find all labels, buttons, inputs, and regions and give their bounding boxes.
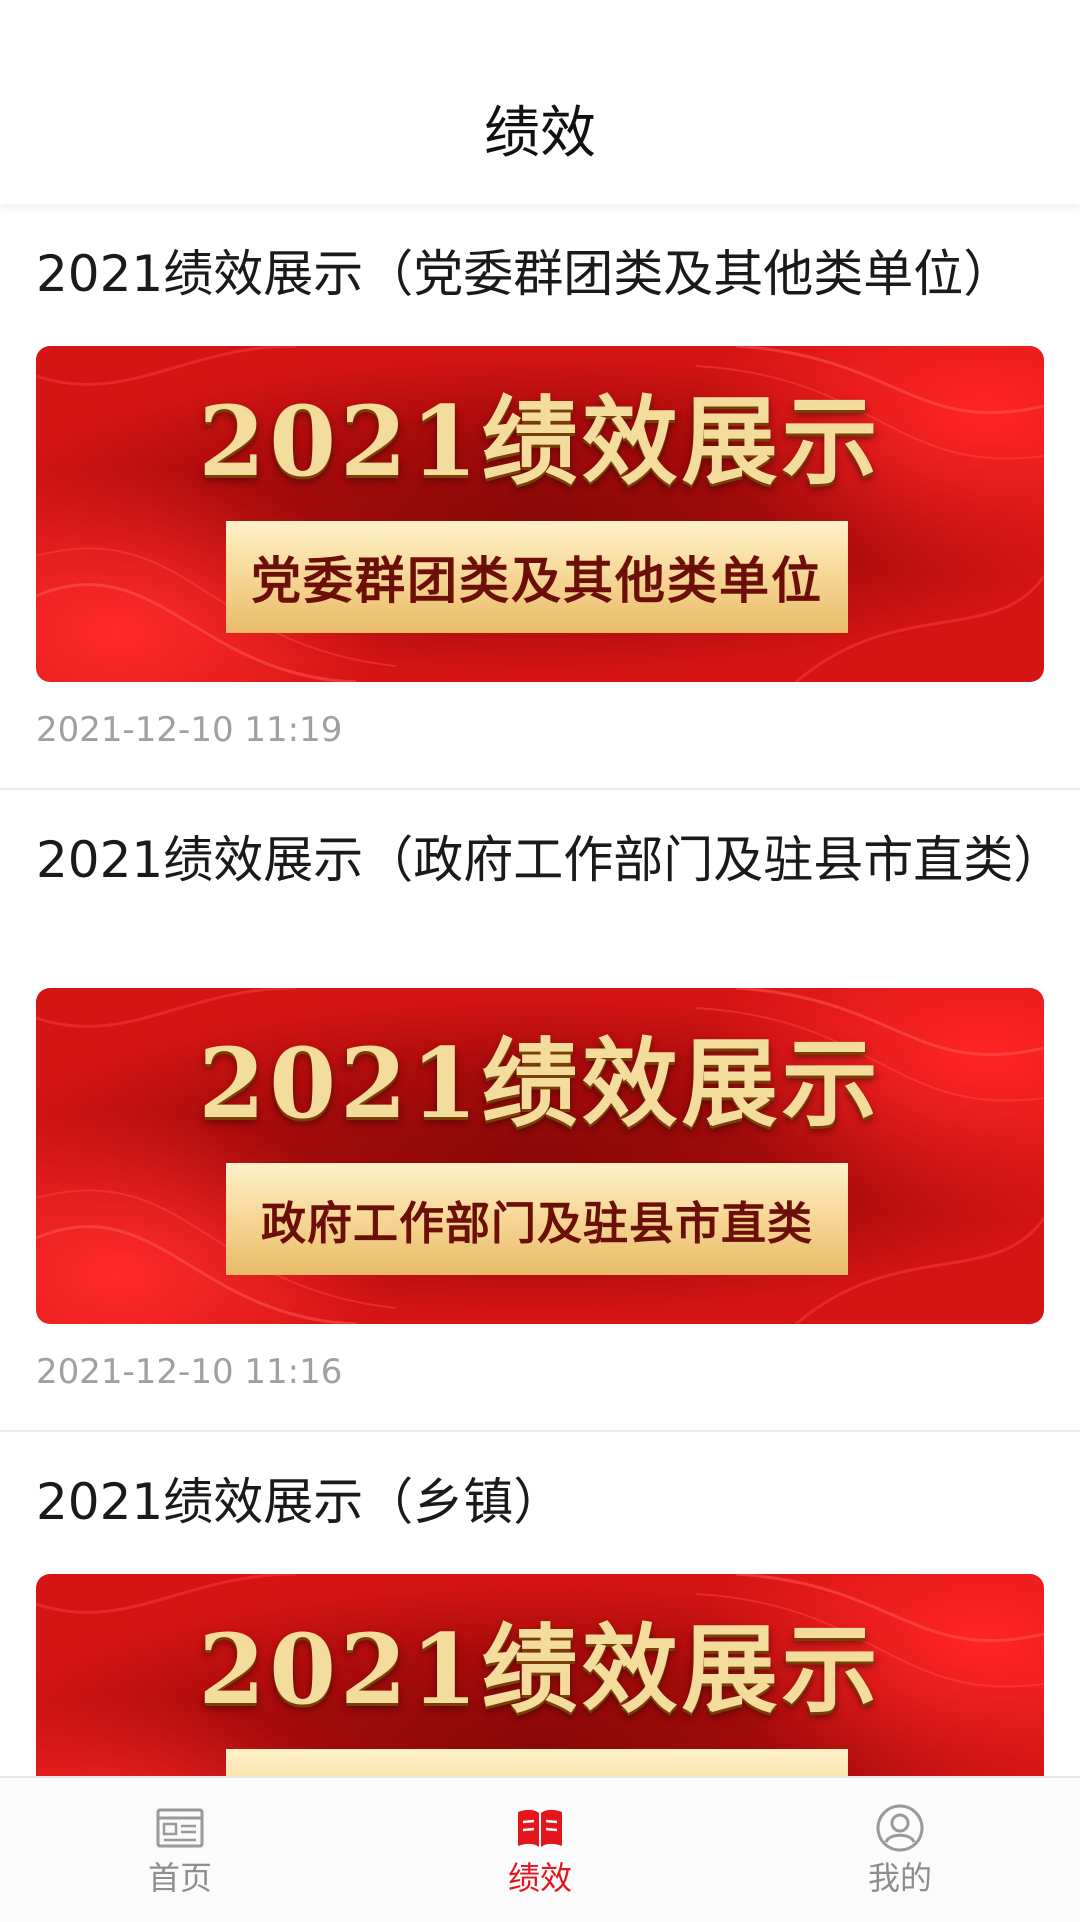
open-book-icon (518, 1809, 562, 1847)
article-banner-image[interactable]: 2021绩效展示 政府工作部门及驻县市直类 (36, 988, 1044, 1324)
article-card[interactable]: 2021绩效展示（党委群团类及其他类单位） 2021绩效展示 党委群团类及其他类… (0, 204, 1080, 790)
article-title[interactable]: 2021绩效展示（乡镇） (0, 1432, 1080, 1552)
tab-home[interactable]: 首页 (0, 1778, 360, 1922)
article-card[interactable]: 2021绩效展示（政府工作部门及驻县市直类） 2021绩效展示 政府工作部门及驻… (0, 790, 1080, 1432)
tab-label: 我的 (867, 1859, 932, 1897)
tab-label: 绩效 (507, 1859, 572, 1897)
banner-subtitle-plate: 党委群团类及其他类单位 (226, 521, 848, 633)
article-feed[interactable]: 2021绩效展示（党委群团类及其他类单位） 2021绩效展示 党委群团类及其他类… (0, 204, 1080, 1912)
article-timestamp: 2021-12-10 11:16 (36, 1352, 343, 1392)
top-header: 绩效 (0, 0, 1080, 204)
article-title[interactable]: 2021绩效展示（政府工作部门及驻县市直类） (0, 790, 1080, 966)
newspaper-icon (156, 1808, 204, 1848)
tab-label: 首页 (147, 1859, 212, 1897)
banner-subtitle: 党委群团类及其他类单位 (251, 551, 823, 610)
article-timestamp: 2021-12-10 11:19 (36, 710, 343, 750)
article-banner-image[interactable]: 2021绩效展示 党委群团类及其他类单位 (36, 346, 1044, 682)
banner-headline: 2021绩效展示 (198, 385, 882, 498)
tab-mine[interactable]: 我的 (720, 1778, 1080, 1922)
article-title[interactable]: 2021绩效展示（党委群团类及其他类单位） (0, 204, 1080, 324)
banner-headline: 2021绩效展示 (198, 1027, 882, 1140)
banner-subtitle: 政府工作部门及驻县市直类 (260, 1196, 813, 1250)
banner-subtitle-plate: 政府工作部门及驻县市直类 (226, 1163, 848, 1275)
user-profile-icon (876, 1804, 924, 1852)
bottom-tab-bar: 首页 绩效 我的 (0, 1776, 1080, 1922)
tab-performance[interactable]: 绩效 (360, 1778, 720, 1922)
page-title: 绩效 (484, 101, 596, 166)
banner-headline: 2021绩效展示 (198, 1613, 882, 1726)
